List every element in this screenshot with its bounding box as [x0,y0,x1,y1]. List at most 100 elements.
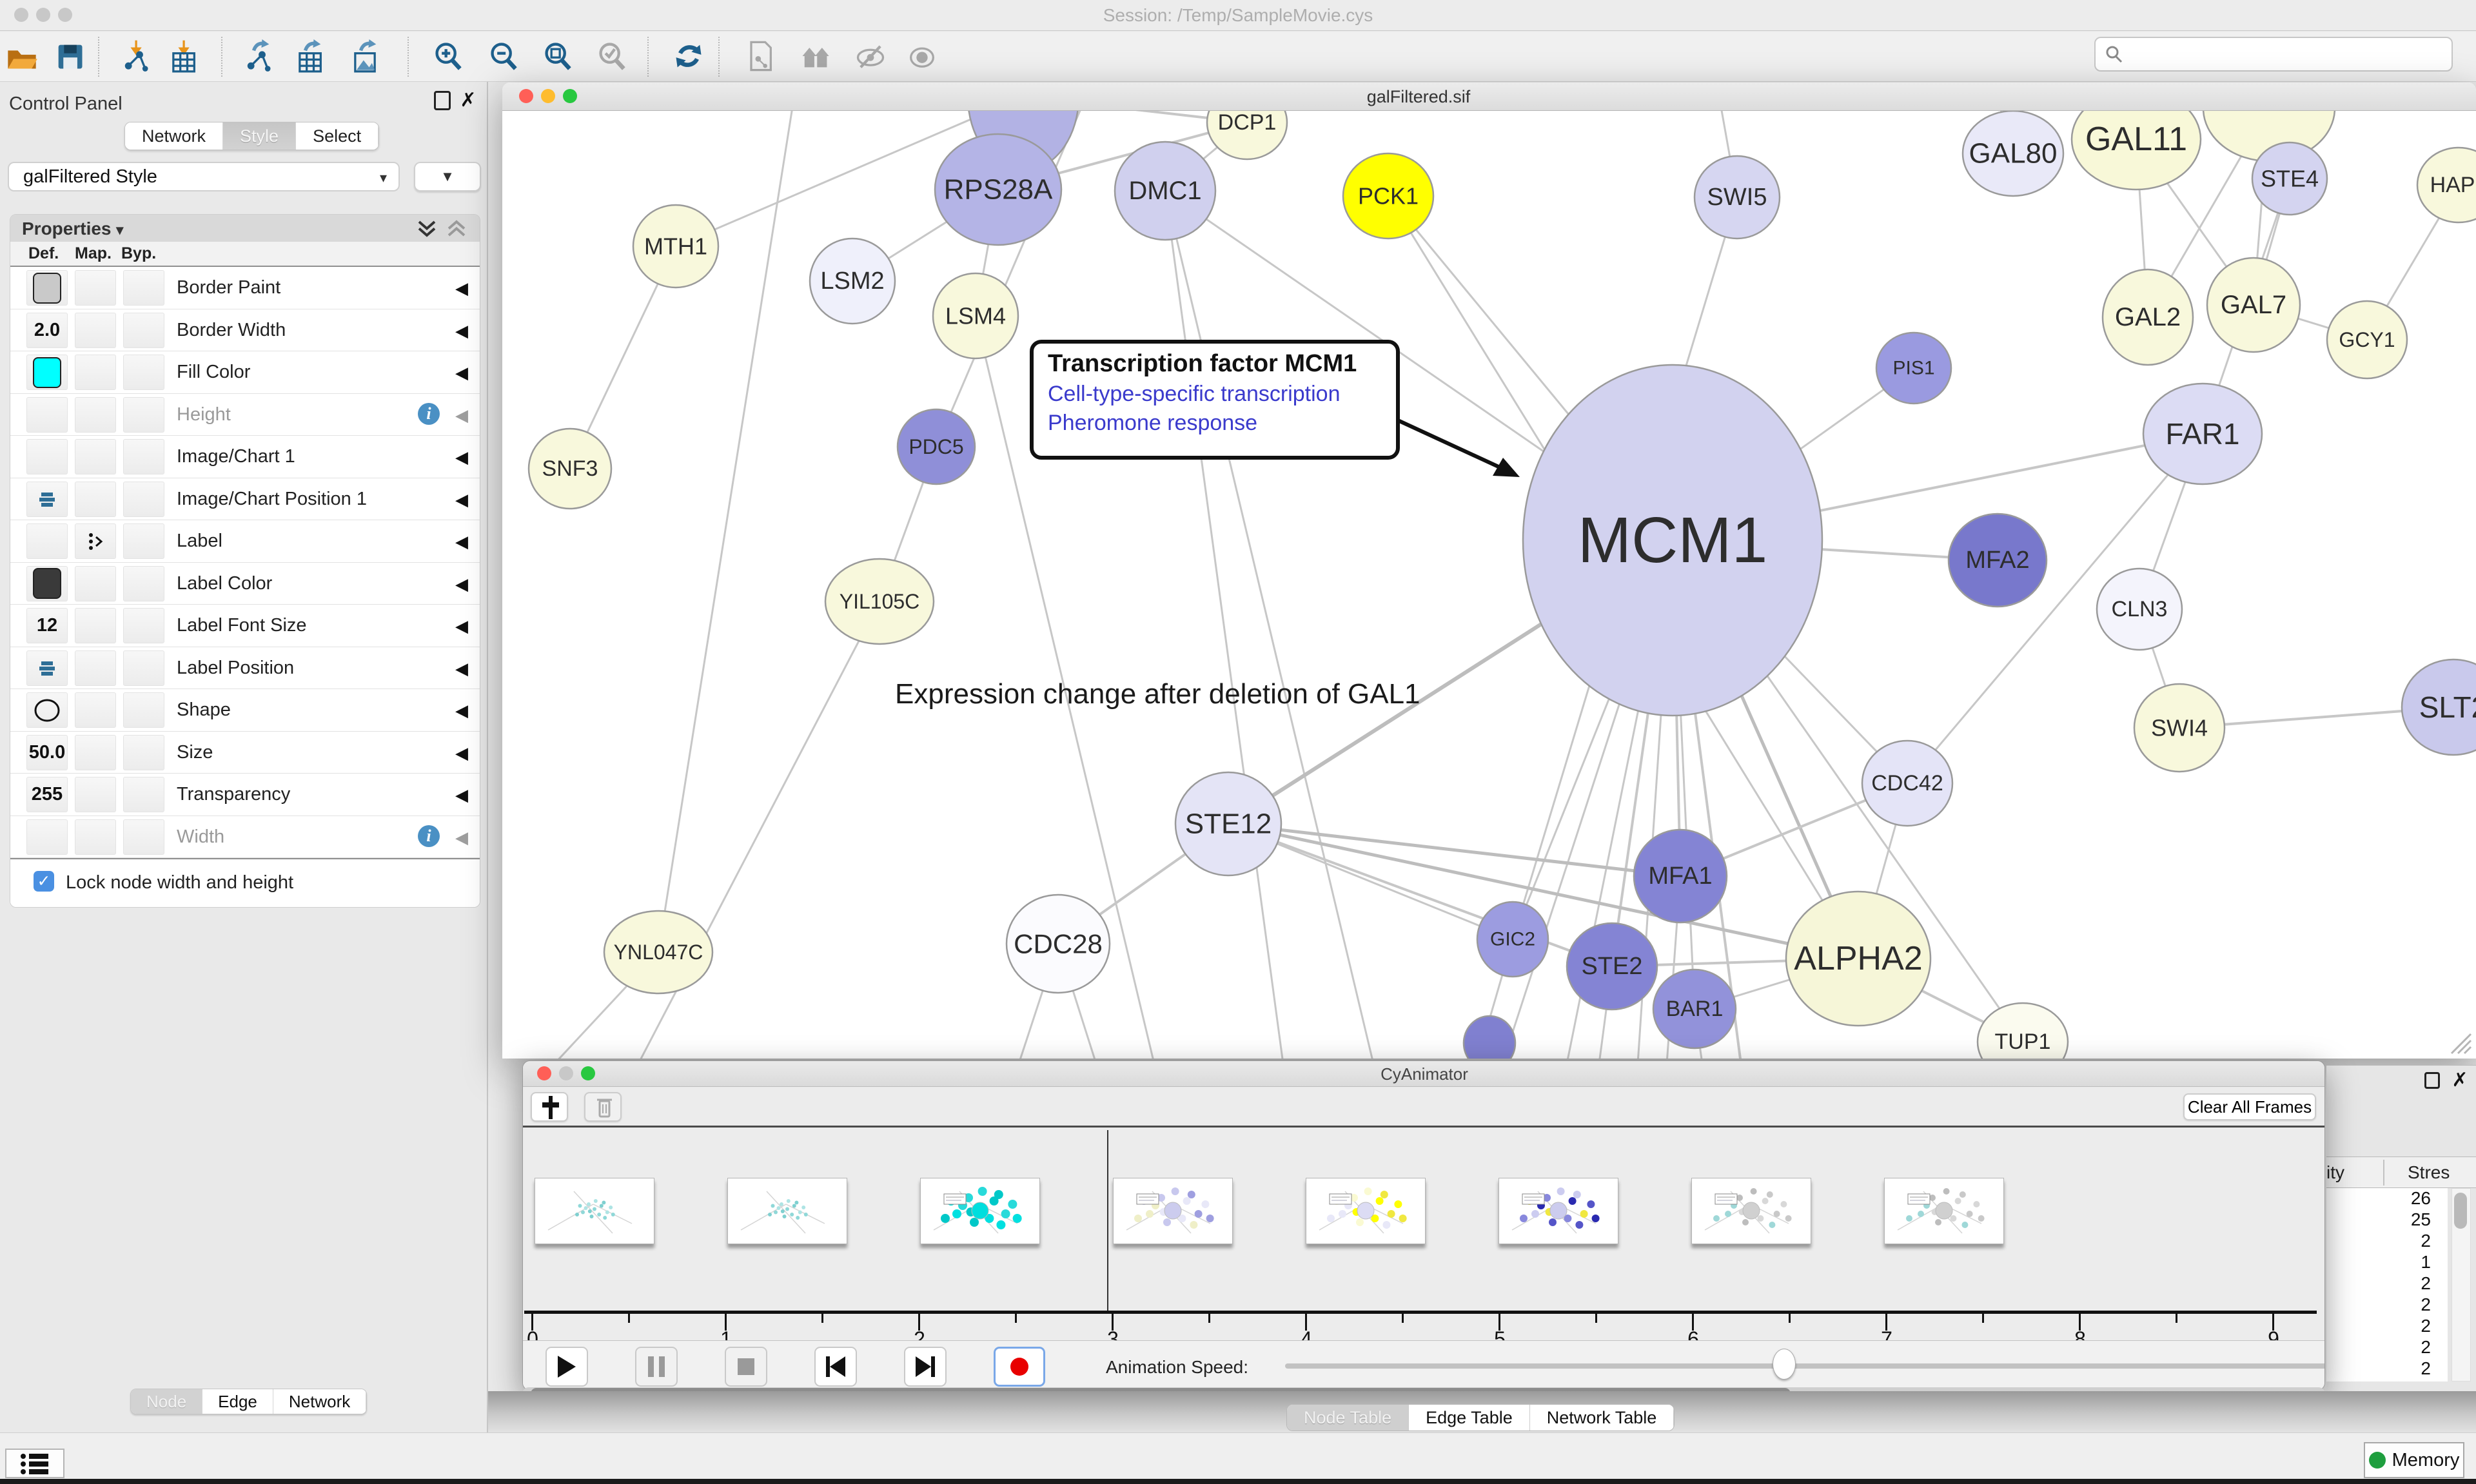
table-cell-value[interactable]: 2 [2326,1337,2448,1358]
default-value-cell[interactable] [26,270,68,306]
table-cell-value[interactable]: 26 [2326,1188,2448,1209]
tab-edge[interactable]: Edge [202,1389,273,1414]
bypass-cell[interactable] [123,355,164,390]
expand-all-icon[interactable] [415,220,438,239]
default-value-cell[interactable] [26,566,68,601]
zoom-window-icon[interactable] [563,89,577,103]
zoom-out-icon[interactable] [486,38,522,74]
annotation-link[interactable]: Cell-type-specific transcription [1048,382,1396,407]
network-canvas[interactable]: DCP1RPS28ADMC1PCK1MTH1LSM2LSM4SWI5GAL80G… [502,111,2476,1059]
export-table-icon[interactable] [291,38,328,74]
column-header[interactable]: Stres [2408,1162,2450,1183]
mapping-cell[interactable] [75,313,116,348]
default-value-cell[interactable]: 12 [26,608,68,643]
expand-property-icon[interactable]: ◀ [455,532,468,552]
mapping-cell[interactable] [75,735,116,770]
network-window-titlebar[interactable]: galFiltered.sif [502,83,2476,111]
expand-property-icon[interactable]: ◀ [455,701,468,721]
table-cell-value[interactable]: 2 [2326,1294,2448,1316]
play-button[interactable] [545,1347,588,1387]
mapping-cell[interactable] [75,566,116,601]
network-edge[interactable] [1165,191,1373,1059]
record-button[interactable] [994,1347,1045,1387]
bypass-cell[interactable] [123,566,164,601]
export-network-icon[interactable] [240,38,276,74]
bypass-cell[interactable] [123,692,164,728]
minimize-window-icon[interactable] [36,8,50,22]
import-table-icon[interactable] [165,38,201,74]
property-row-fill-color[interactable]: Fill Color◀ [10,351,480,394]
network-edge[interactable] [1165,191,1283,1059]
property-row-label-position[interactable]: Label Position◀ [10,647,480,690]
mapping-cell[interactable] [75,692,116,728]
default-value-cell[interactable] [26,439,68,474]
scrollbar-thumb[interactable] [2454,1193,2467,1229]
mapping-cell[interactable] [75,777,116,812]
minimize-window-icon[interactable] [559,1066,573,1080]
column-divider[interactable] [2383,1160,2384,1186]
tab-select[interactable]: Select [296,122,378,150]
table-cell-value[interactable]: 1 [2326,1252,2448,1273]
close-panel-icon[interactable]: ✗ [2450,1071,2470,1090]
default-value-cell[interactable] [26,692,68,728]
houses-icon[interactable] [797,38,833,74]
frame-thumbnail-1[interactable] [535,1178,654,1244]
expand-property-icon[interactable]: ◀ [455,659,468,679]
style-selector-dropdown[interactable]: galFiltered Style ▾ [8,162,400,191]
collapse-all-icon[interactable] [445,220,468,239]
property-row-width[interactable]: Widthi◀ [10,816,480,859]
bypass-cell[interactable] [123,270,164,306]
expand-property-icon[interactable]: ◀ [455,490,468,510]
task-history-button[interactable] [5,1449,64,1478]
zoom-window-icon[interactable] [581,1066,595,1080]
property-row-label-color[interactable]: Label Color◀ [10,563,480,605]
zoom-in-icon[interactable] [431,38,467,74]
expand-property-icon[interactable]: ◀ [455,447,468,467]
default-value-cell[interactable] [26,355,68,390]
table-cell-value[interactable]: 2 [2326,1273,2448,1294]
table-cell-value[interactable]: 2 [2326,1358,2448,1380]
frame-thumbnail-6[interactable] [1498,1178,1618,1244]
tab-network[interactable]: Network [273,1389,366,1414]
bypass-cell[interactable] [123,313,164,348]
bypass-cell[interactable] [123,819,164,855]
float-panel-icon[interactable] [2424,1072,2440,1089]
bypass-cell[interactable] [123,397,164,433]
properties-header[interactable]: Properties ▾ [10,215,480,242]
animator-timeline[interactable]: 0123456789 Seconds [523,1128,2324,1340]
default-value-cell[interactable]: 50.0 [26,735,68,770]
mapping-cell[interactable] [75,397,116,433]
close-window-icon[interactable] [14,8,28,22]
style-options-button[interactable]: ▼ [414,162,481,191]
network-document-icon[interactable] [742,38,778,74]
frame-thumbnail-8[interactable] [1884,1178,2004,1244]
mapping-cell[interactable] [75,819,116,855]
window-resize-grip[interactable] [2451,1034,2471,1053]
clear-all-frames-button[interactable]: Clear All Frames [2183,1093,2316,1120]
timeline-playhead[interactable] [1107,1130,1108,1313]
mapping-cell[interactable] [75,270,116,306]
default-value-cell[interactable] [26,523,68,559]
tab-node-table[interactable]: Node Table [1287,1405,1409,1430]
property-row-image-chart-position-1[interactable]: Image/Chart Position 1◀ [10,478,480,521]
tab-edge-table[interactable]: Edge Table [1409,1405,1530,1430]
default-value-cell[interactable] [26,650,68,686]
bypass-cell[interactable] [123,777,164,812]
expand-property-icon[interactable]: ◀ [455,574,468,594]
mapping-cell[interactable] [75,439,116,474]
info-icon[interactable]: i [418,825,440,847]
pause-button[interactable] [635,1347,678,1387]
zoom-selected-icon[interactable] [594,38,631,74]
bypass-cell[interactable] [123,439,164,474]
default-value-cell[interactable] [26,819,68,855]
bypass-cell[interactable] [123,482,164,517]
close-panel-icon[interactable]: ✗ [458,91,478,110]
bypass-cell[interactable] [123,608,164,643]
annotation-link[interactable]: Pheromone response [1048,411,1396,436]
tab-network-table[interactable]: Network Table [1530,1405,1675,1430]
open-session-icon[interactable] [4,38,40,74]
animation-speed-slider[interactable] [1285,1363,2325,1369]
property-row-border-paint[interactable]: Border Paint◀ [10,267,480,309]
table-cell-value[interactable]: 2 [2326,1316,2448,1337]
property-row-size[interactable]: 50.0Size◀ [10,732,480,774]
